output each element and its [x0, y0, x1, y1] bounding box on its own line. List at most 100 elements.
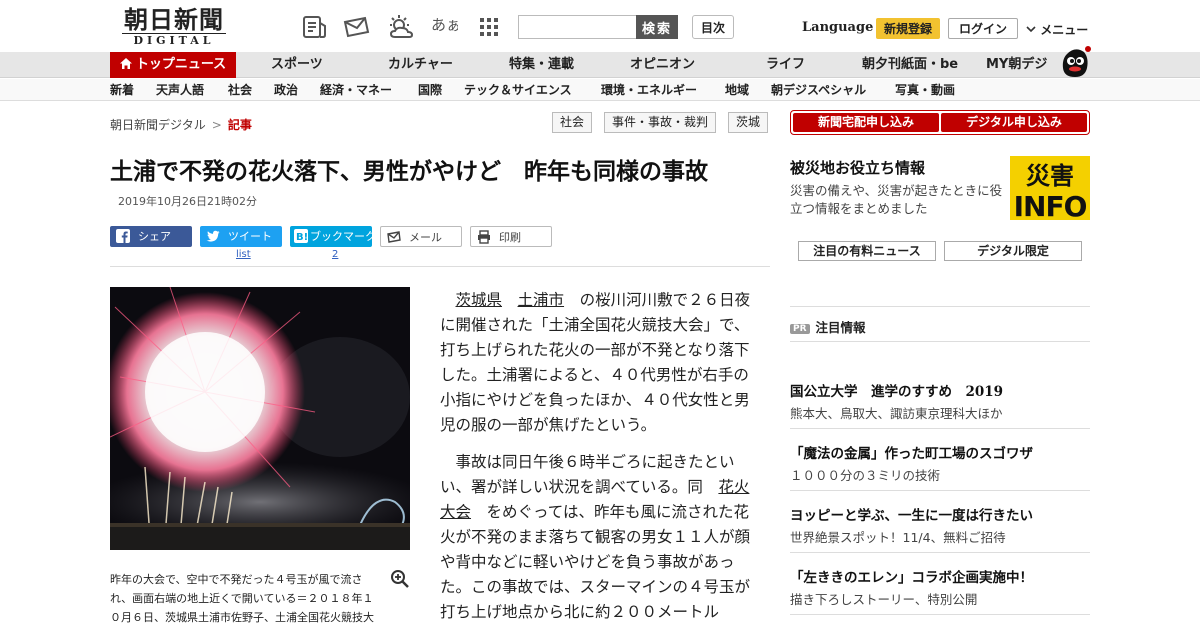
promo-headline[interactable]: 「魔法の金属」作った町工場のスゴワザ	[790, 442, 1033, 462]
nav-opinion[interactable]: オピニオン	[630, 52, 695, 78]
logo-en: DIGITAL	[133, 34, 215, 47]
disaster-info-logo[interactable]: 災害 INFO	[1010, 156, 1090, 220]
article-paragraph-1: 茨城県 土浦市 の桜川河川敷で２６日夜に開催された「土浦全国花火競技大会」で、打…	[440, 288, 752, 438]
hatena-bookmark-label: ブックマーク	[310, 230, 376, 243]
tag-incidents[interactable]: 事件・事故・裁判	[604, 112, 717, 133]
print-label: 印刷	[499, 231, 521, 244]
site-header: 朝日新聞 DIGITAL あぁ 検索 目次 Language 新規登録 ログイン…	[0, 0, 1200, 52]
facebook-share-button[interactable]: シェア	[110, 226, 192, 247]
tag-ibaraki[interactable]: 茨城	[728, 112, 769, 133]
chevron-down-icon	[1026, 26, 1036, 33]
paid-news-button[interactable]: 注目の有料ニュース	[798, 241, 936, 261]
language-link[interactable]: Language	[802, 20, 873, 35]
tweet-count[interactable]: list	[236, 249, 251, 260]
weather-icon[interactable]	[386, 14, 414, 40]
subnav-environment[interactable]: 環境・エネルギー	[601, 79, 697, 101]
pr-section-title: PR 注目情報	[790, 317, 866, 336]
sidebar-divider	[790, 490, 1090, 491]
facebook-icon	[116, 229, 130, 243]
search-input[interactable]	[518, 15, 636, 39]
breadcrumb-separator: >	[211, 118, 222, 132]
promo-headline[interactable]: 国公立大学 進学のすすめ 2019	[790, 380, 1003, 400]
print-icon	[478, 230, 490, 244]
mascot-icon	[1062, 46, 1091, 77]
menu-label: メニュー	[1040, 23, 1089, 37]
article-paragraph-2: 事故は同日午後６時半ごろに起きたといい、署が詳しい状況を調べている。同 花火大会…	[440, 450, 752, 625]
tweet-button[interactable]: ツイート	[200, 226, 282, 247]
link-tsuchiura[interactable]: 土浦市	[518, 291, 565, 309]
subscribe-paper-button[interactable]: 新聞宅配申し込み	[793, 113, 939, 132]
disaster-info-title[interactable]: 被災地お役立ち情報	[790, 157, 925, 178]
nav-sports[interactable]: スポーツ	[271, 52, 323, 78]
nav-features[interactable]: 特集・連載	[509, 52, 574, 78]
subnav-politics[interactable]: 政治	[274, 79, 298, 101]
link-ibaraki[interactable]: 茨城県	[456, 291, 503, 309]
hatena-bookmark-icon: B!	[294, 229, 308, 243]
font-size-icon[interactable]: あぁ	[430, 14, 458, 40]
article-body: 茨城県 土浦市 の桜川河川敷で２６日夜に開催された「土浦全国花火競技大会」で、打…	[440, 288, 752, 630]
promo-subtext: １０００分の３ミリの技術	[790, 468, 941, 483]
site-logo[interactable]: 朝日新聞 DIGITAL	[118, 8, 230, 47]
photo-caption: 昨年の大会で、空中で不発だった４号玉が風で流され、画面右端の地上近くで開いている…	[110, 573, 374, 624]
tweet-label: ツイート	[228, 230, 272, 243]
nav-life[interactable]: ライフ	[766, 52, 805, 78]
subnav-latest[interactable]: 新着	[110, 79, 134, 101]
subnav-photo-video[interactable]: 写真・動画	[895, 79, 955, 101]
promo-headline[interactable]: 「左ききのエレン」コラボ企画実施中！	[790, 566, 1033, 586]
tag-society[interactable]: 社会	[552, 112, 593, 133]
breadcrumb-home[interactable]: 朝日新聞デジタル	[110, 118, 206, 132]
article-title: 土浦で不発の花火落下、男性がやけど 昨年も同様の事故	[110, 159, 708, 185]
zoom-icon[interactable]	[390, 569, 410, 589]
facebook-share-label: シェア	[138, 230, 171, 243]
fireworks-photo[interactable]	[110, 287, 410, 550]
subnav-economy[interactable]: 経済・マネー	[320, 79, 392, 101]
sub-nav: 新着 天声人語 社会 政治 経済・マネー 国際 テック＆サイエンス 環境・エネル…	[0, 79, 1200, 101]
subscribe-digital-button[interactable]: デジタル申し込み	[941, 113, 1087, 132]
breadcrumb: 朝日新聞デジタル > 記事	[110, 116, 252, 133]
nav-top-news[interactable]: トップニュース	[110, 52, 236, 78]
sidebar-divider	[790, 552, 1090, 553]
home-icon	[119, 58, 132, 69]
print-button[interactable]: 印刷	[470, 226, 552, 247]
disaster-info-description: 災害の備えや、災害が起きたときに役立つ情報をまとめました	[790, 183, 1003, 216]
register-button[interactable]: 新規登録	[876, 18, 940, 39]
promo-headline[interactable]: ヨッピーと学ぶ、一生に一度は行きたい	[790, 504, 1033, 524]
hatena-bookmark-button[interactable]: B! ブックマーク	[290, 226, 376, 247]
pr-badge: PR	[790, 324, 810, 334]
disaster-logo-bottom: INFO	[1014, 190, 1087, 220]
digital-only-button[interactable]: デジタル限定	[944, 241, 1082, 261]
subnav-region[interactable]: 地域	[725, 79, 749, 101]
article-date: 2019年10月26日21時02分	[118, 195, 257, 208]
disaster-logo-top: 災害	[1026, 162, 1074, 190]
newspaper-icon[interactable]	[300, 14, 328, 40]
toc-button[interactable]: 目次	[692, 15, 734, 39]
subnav-special[interactable]: 朝デジスペシャル	[771, 79, 866, 101]
svg-text:B!: B!	[296, 232, 308, 243]
global-nav: トップニュース スポーツ カルチャー 特集・連載 オピニオン ライフ 朝夕刊紙面…	[0, 52, 1200, 78]
subnav-international[interactable]: 国際	[418, 79, 442, 101]
hatena-count[interactable]: 2	[332, 249, 338, 260]
sidebar-divider	[790, 428, 1090, 429]
share-divider	[110, 266, 770, 267]
nav-my-asadigi[interactable]: MY朝デジ	[986, 52, 1047, 78]
grid-menu-icon[interactable]	[476, 14, 504, 40]
mail-icon[interactable]	[342, 14, 370, 40]
sidebar-divider	[790, 306, 1090, 307]
sidebar-divider	[790, 614, 1090, 615]
sidebar-divider	[790, 341, 1090, 342]
paragraph-2-text: をめぐっては、昨年も風に流された花火が不発のまま落ちて観客の男女１１人が顔や背中…	[440, 503, 751, 621]
subnav-society[interactable]: 社会	[228, 79, 252, 101]
search-button[interactable]: 検索	[636, 15, 678, 39]
mail-share-icon	[387, 231, 401, 243]
subnav-tensei[interactable]: 天声人語	[156, 79, 204, 101]
nav-top-news-label: トップニュース	[135, 57, 227, 72]
menu-button[interactable]: メニュー	[1026, 21, 1088, 38]
subscribe-box: 新聞宅配申し込み デジタル申し込み	[790, 110, 1090, 135]
nav-newspaper-be[interactable]: 朝夕刊紙面・be	[862, 52, 958, 78]
login-button[interactable]: ログイン	[948, 18, 1018, 39]
font-size-icon-text: あぁ	[431, 16, 458, 34]
subnav-tech-science[interactable]: テック＆サイエンス	[464, 79, 572, 101]
mail-share-button[interactable]: メール	[380, 226, 462, 247]
nav-culture[interactable]: カルチャー	[388, 52, 453, 78]
promo-subtext: 描き下ろしストーリー、特別公開	[790, 592, 978, 607]
